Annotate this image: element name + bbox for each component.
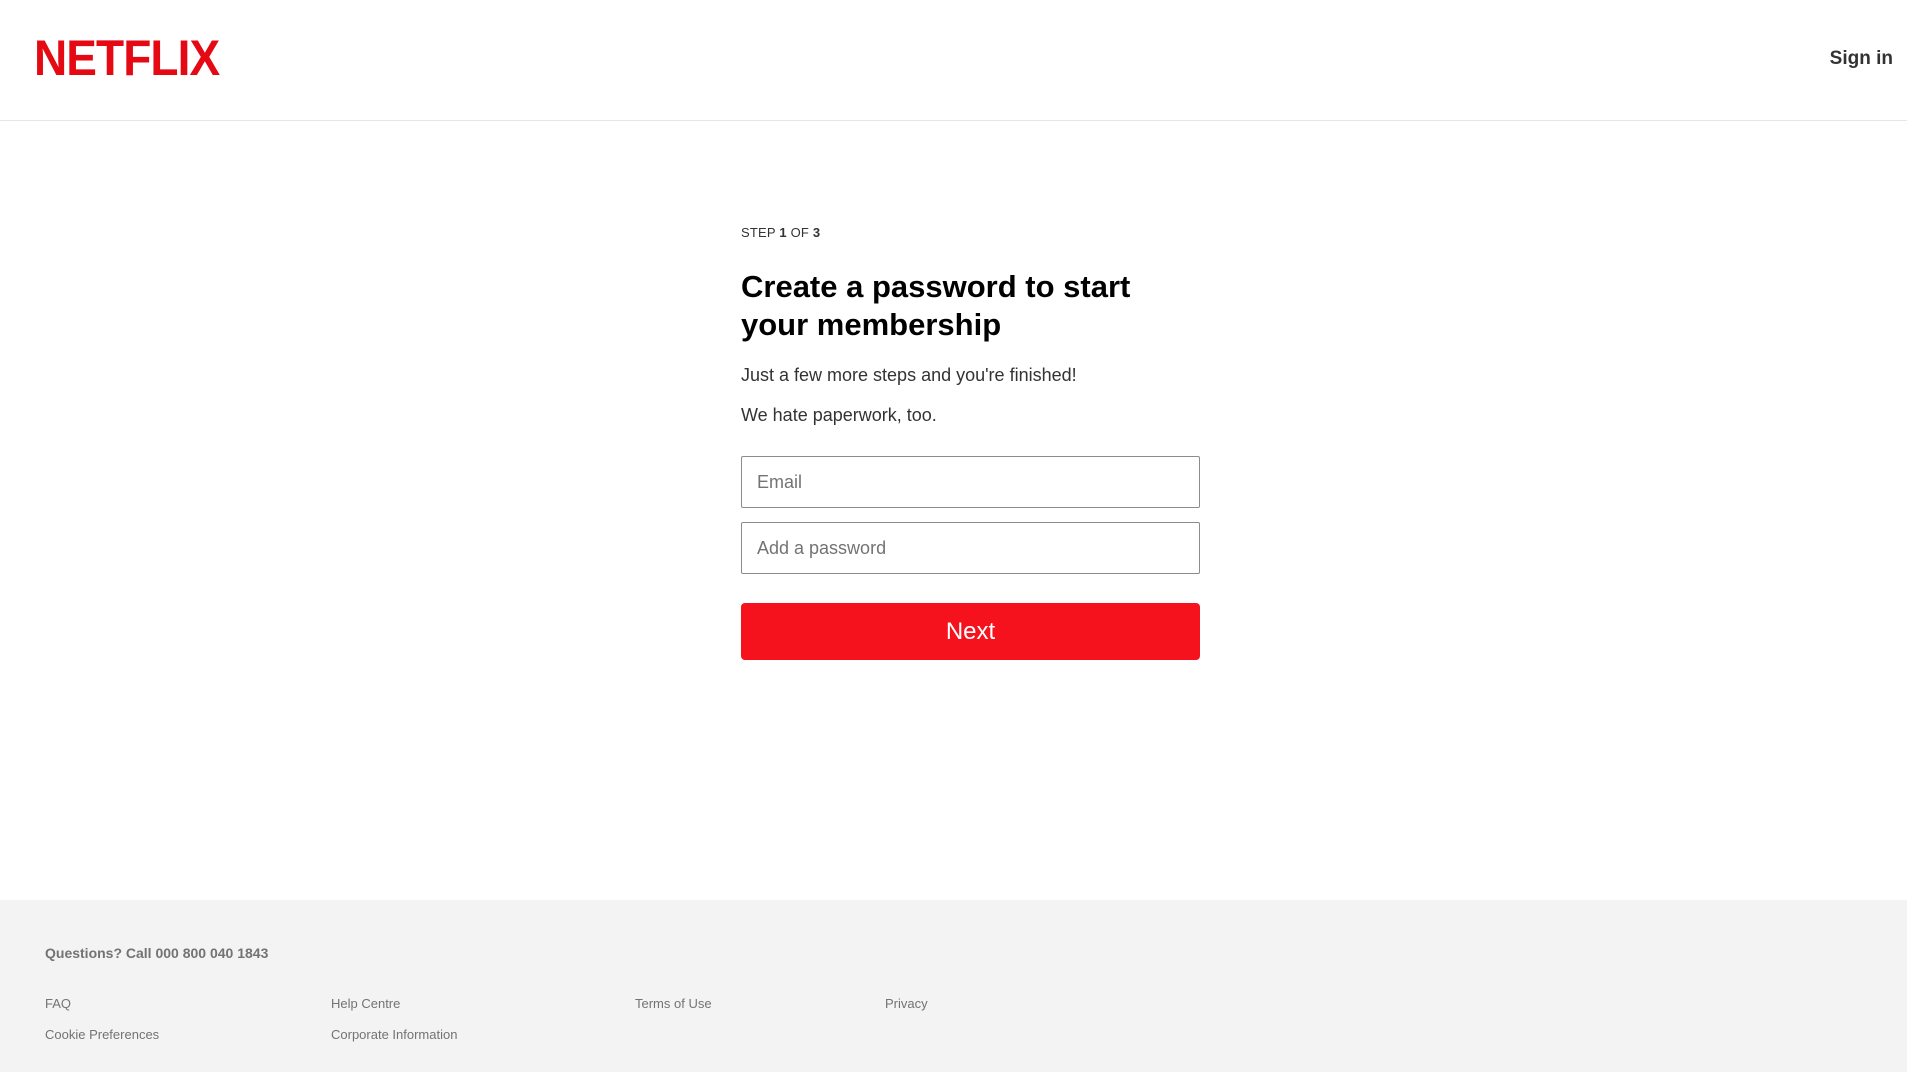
step-mid: OF: [786, 225, 813, 240]
footer-link-help-centre[interactable]: Help Centre: [331, 996, 400, 1011]
questions-phone[interactable]: Questions? Call 000 800 040 1843: [45, 945, 268, 961]
step-indicator: STEP 1 OF 3: [741, 225, 1201, 240]
sign-in-link[interactable]: Sign in: [1830, 48, 1893, 70]
footer-link-cookie-preferences[interactable]: Cookie Preferences: [45, 1027, 159, 1042]
page-title: Create a password to start your membersh…: [741, 269, 1131, 342]
footer-link-faq[interactable]: FAQ: [45, 996, 71, 1011]
step-prefix: STEP: [741, 225, 780, 240]
registration-form: STEP 1 OF 3 Create a password to start y…: [741, 225, 1201, 660]
subtitle-steps: Just a few more steps and you're finishe…: [741, 365, 1077, 385]
footer-link-corporate-information[interactable]: Corporate Information: [331, 1027, 457, 1042]
footer-link-terms-of-use[interactable]: Terms of Use: [635, 996, 712, 1011]
site-header: NETFLIX Sign in: [0, 0, 1907, 121]
footer-link-privacy[interactable]: Privacy: [885, 996, 928, 1011]
next-button[interactable]: Next: [741, 603, 1200, 660]
netflix-logo[interactable]: NETFLIX: [34, 33, 220, 83]
email-field[interactable]: [741, 456, 1200, 508]
step-current: 1: [779, 225, 787, 240]
signup-page: NETFLIX Sign in STEP 1 OF 3 Create a pas…: [0, 0, 1907, 1072]
step-total: 3: [812, 225, 821, 240]
site-footer: Questions? Call 000 800 040 1843 FAQ Hel…: [0, 900, 1907, 1072]
subtitle-paperwork: We hate paperwork, too.: [741, 405, 937, 425]
password-field[interactable]: [741, 522, 1200, 574]
